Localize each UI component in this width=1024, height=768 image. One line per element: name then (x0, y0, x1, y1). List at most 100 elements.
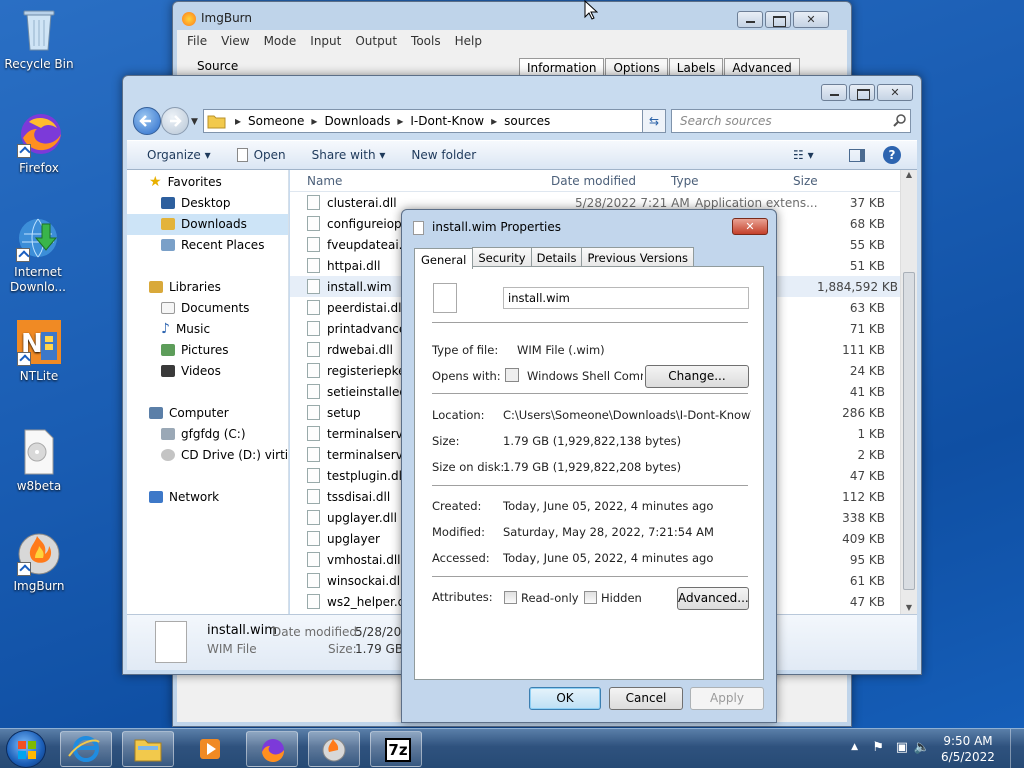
breadcrumb-someone[interactable]: Someone (248, 114, 304, 128)
advanced-button[interactable]: Advanced... (677, 587, 749, 610)
nav-pictures[interactable]: Pictures (127, 340, 288, 361)
desktop-icon-firefox[interactable]: Firefox (1, 110, 77, 176)
taskbar-explorer[interactable] (122, 731, 174, 767)
clock[interactable]: 9:50 AM 6/5/2022 (940, 734, 996, 764)
nav-documents[interactable]: Documents (127, 298, 288, 319)
file-list-scrollbar[interactable]: ▲ ▼ (900, 170, 917, 614)
column-size[interactable]: Size (793, 174, 863, 188)
nav-drive-c[interactable]: gfgfdg (C:) (127, 424, 288, 445)
nav-libraries[interactable]: Libraries (127, 277, 288, 298)
show-desktop-button[interactable] (1010, 729, 1024, 768)
menu-view[interactable]: View (221, 34, 249, 48)
file-size: 61 KB (849, 573, 885, 588)
breadcrumb-downloads[interactable]: Downloads (324, 114, 390, 128)
maximize-button[interactable] (765, 11, 791, 28)
volume-muted-icon[interactable]: 🔈 (914, 740, 930, 755)
nav-music[interactable]: ♪ Music (127, 319, 288, 340)
start-button[interactable] (6, 730, 46, 768)
nav-favorites[interactable]: ★ Favorites (127, 172, 288, 193)
nav-computer[interactable]: Computer (127, 403, 288, 424)
address-bar[interactable]: ▸ Someone ▸ Downloads ▸ I-Dont-Know ▸ so… (203, 109, 663, 133)
nav-desktop[interactable]: Desktop (127, 193, 288, 214)
action-center-flag-icon[interactable]: ⚑ (872, 740, 884, 755)
desktop-icon-ntlite[interactable]: N NTLite (1, 318, 77, 384)
recent-pages-chevron-icon[interactable]: ▼ (191, 117, 198, 127)
menu-help[interactable]: Help (455, 34, 482, 48)
back-arrow-icon (139, 115, 151, 127)
taskbar: 7z ▲ ⚑ ▣ 🔈 9:50 AM 6/5/2022 (0, 728, 1024, 768)
back-button[interactable] (133, 107, 161, 135)
document-icon (236, 148, 248, 162)
minimize-button[interactable] (737, 11, 763, 28)
file-size: 71 KB (849, 321, 885, 336)
menu-file[interactable]: File (187, 34, 207, 48)
close-button[interactable] (877, 84, 913, 101)
desktop-icon-recycle-bin[interactable]: Recycle Bin (1, 6, 77, 72)
menu-tools[interactable]: Tools (411, 34, 441, 48)
recycle-bin-icon (15, 6, 63, 54)
nav-recent-places[interactable]: Recent Places (127, 235, 288, 256)
taskbar-7zip[interactable]: 7z (370, 731, 422, 767)
change-button[interactable]: Change... (645, 365, 749, 388)
search-icon[interactable] (893, 114, 907, 128)
ok-button[interactable]: OK (529, 687, 601, 710)
view-options-icon[interactable]: ☷ ▾ (793, 148, 814, 162)
tab-previous-versions[interactable]: Previous Versions (581, 247, 694, 268)
preview-pane-icon[interactable] (849, 148, 865, 162)
scrollbar-thumb[interactable] (903, 272, 915, 590)
menu-input[interactable]: Input (310, 34, 341, 48)
desktop-icon-idm[interactable]: Internet Downlo... (0, 214, 76, 295)
taskbar-firefox[interactable] (246, 731, 298, 767)
forward-arrow-icon (170, 115, 182, 127)
network-tray-icon[interactable]: ▣ (896, 740, 908, 755)
nav-downloads[interactable]: Downloads (127, 214, 288, 235)
tab-general[interactable]: General (414, 248, 474, 269)
tab-security[interactable]: Security (472, 247, 532, 268)
column-name[interactable]: Name (290, 174, 551, 188)
maximize-button[interactable] (849, 84, 875, 101)
command-bar: Organize ▾ Open Share with ▾ New folder … (127, 140, 917, 170)
properties-dialog[interactable]: install.wim Properties General Security … (401, 209, 777, 723)
dialog-close-button[interactable] (732, 218, 768, 235)
organize-button[interactable]: Organize ▾ (147, 148, 211, 162)
breadcrumb-sources[interactable]: sources (504, 114, 550, 128)
show-hidden-icons-icon[interactable]: ▲ (851, 742, 858, 752)
taskbar-internet-explorer[interactable] (60, 731, 112, 767)
file-size: 24 KB (849, 363, 885, 378)
nav-drive-d[interactable]: CD Drive (D:) virtio-w (127, 445, 288, 466)
readonly-checkbox[interactable] (504, 591, 517, 604)
scroll-down-icon[interactable]: ▼ (901, 603, 917, 612)
disc-image-icon (15, 428, 63, 476)
share-with-button[interactable]: Share with ▾ (312, 148, 386, 162)
dialog-window-controls (730, 218, 768, 236)
search-input[interactable]: Search sources (671, 109, 911, 133)
downloads-folder-icon (161, 218, 175, 230)
breadcrumb-i-dont-know[interactable]: I-Dont-Know (410, 114, 484, 128)
open-button[interactable]: Open (236, 148, 286, 162)
nav-libraries-label: Libraries (169, 280, 221, 294)
tab-details[interactable]: Details (530, 247, 583, 268)
cancel-button[interactable]: Cancel (609, 687, 683, 710)
menu-mode[interactable]: Mode (264, 34, 297, 48)
column-date-modified[interactable]: Date modified (551, 174, 671, 188)
desktop-icon-w8beta[interactable]: w8beta (1, 428, 77, 494)
minimize-button[interactable] (821, 84, 847, 101)
taskbar-media-player[interactable] (184, 731, 236, 767)
forward-button[interactable] (161, 107, 189, 135)
close-button[interactable] (793, 11, 829, 28)
desktop-icon-imgburn[interactable]: ImgBurn (1, 528, 77, 594)
hidden-checkbox[interactable] (584, 591, 597, 604)
desktop-icon (161, 197, 175, 209)
menu-output[interactable]: Output (355, 34, 397, 48)
nav-network[interactable]: Network (127, 487, 288, 508)
help-icon[interactable]: ? (883, 146, 901, 164)
filename-input[interactable]: install.wim (503, 287, 749, 309)
scroll-up-icon[interactable]: ▲ (901, 170, 917, 179)
dialog-title: install.wim Properties (432, 220, 562, 234)
nav-videos[interactable]: Videos (127, 361, 288, 382)
new-folder-button[interactable]: New folder (411, 148, 476, 162)
apply-button[interactable]: Apply (690, 687, 764, 710)
taskbar-imgburn[interactable] (308, 731, 360, 767)
refresh-icon[interactable]: ⇆ (642, 109, 666, 133)
column-type[interactable]: Type (671, 174, 793, 188)
